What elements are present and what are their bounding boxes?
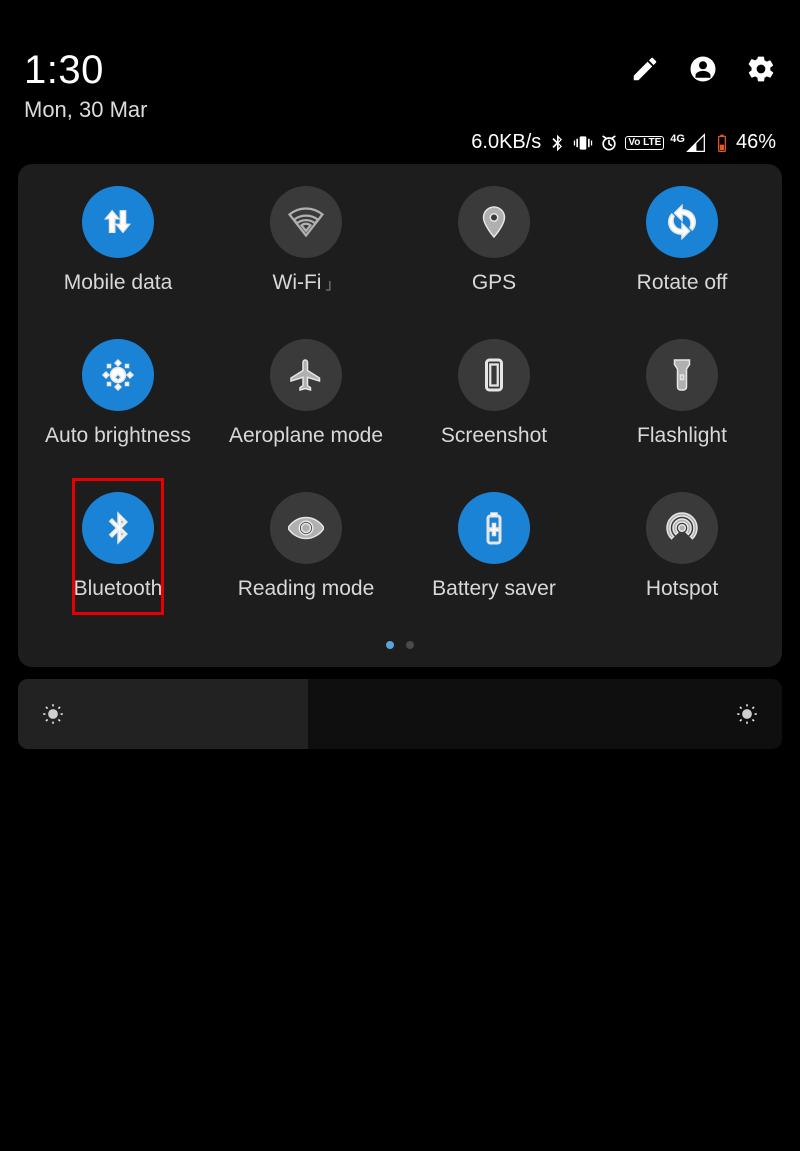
mobile-data-icon <box>82 186 154 258</box>
tile-label: Flashlight <box>637 424 727 448</box>
brightness-slider[interactable] <box>18 679 782 749</box>
volte-badge: Vo LTE <box>625 136 664 150</box>
battery-status-icon <box>712 133 732 153</box>
battery-percent: 46% <box>736 131 776 154</box>
edit-icon[interactable] <box>630 54 660 84</box>
tile-battery[interactable]: Battery saver <box>400 492 588 601</box>
tile-bluetooth[interactable]: Bluetooth <box>24 492 212 601</box>
network-speed: 6.0KB/s <box>471 131 541 154</box>
tile-label: Battery saver <box>432 577 556 601</box>
vibrate-icon <box>573 133 593 153</box>
pager-dot[interactable] <box>406 641 414 649</box>
tile-label: GPS <box>472 271 516 295</box>
tile-flashlight[interactable]: Flashlight <box>588 339 776 448</box>
highlight-box <box>72 478 164 615</box>
bluetooth-status-icon <box>547 133 567 153</box>
clock-time: 1:30 <box>24 48 148 93</box>
eye-icon <box>270 492 342 564</box>
user-icon[interactable] <box>688 54 718 84</box>
tile-screenshot[interactable]: Screenshot <box>400 339 588 448</box>
gps-icon <box>458 186 530 258</box>
screenshot-icon <box>458 339 530 411</box>
tile-label: Wi-Fi」 <box>273 271 340 295</box>
flashlight-icon <box>646 339 718 411</box>
tile-label: Auto brightness <box>45 424 191 448</box>
status-indicators: 6.0KB/s Vo LTE 4G 46% <box>0 131 800 164</box>
hotspot-icon <box>646 492 718 564</box>
clock-date: Mon, 30 Mar <box>24 97 148 123</box>
brightness-high-icon <box>734 701 760 727</box>
wifi-icon <box>270 186 342 258</box>
tile-gps[interactable]: GPS <box>400 186 588 295</box>
alarm-icon <box>599 133 619 153</box>
tile-hotspot[interactable]: Hotspot <box>588 492 776 601</box>
tile-rotate[interactable]: Rotate off <box>588 186 776 295</box>
tile-label: Rotate off <box>637 271 728 295</box>
tile-label: Screenshot <box>441 424 547 448</box>
brightness-icon <box>82 339 154 411</box>
settings-icon[interactable] <box>746 54 776 84</box>
tile-airplane[interactable]: Aeroplane mode <box>212 339 400 448</box>
tile-label: Aeroplane mode <box>229 424 383 448</box>
tile-label: Hotspot <box>646 577 718 601</box>
battery-icon <box>458 492 530 564</box>
tile-mobile-data[interactable]: Mobile data <box>24 186 212 295</box>
tile-label: Mobile data <box>64 271 173 295</box>
tile-label: Reading mode <box>238 577 375 601</box>
brightness-low-icon <box>40 701 66 727</box>
signal-icon: 4G <box>670 133 706 153</box>
page-indicator <box>24 641 776 649</box>
rotate-icon <box>646 186 718 258</box>
pager-dot[interactable] <box>386 641 394 649</box>
tile-wifi[interactable]: Wi-Fi」 <box>212 186 400 295</box>
tile-eye[interactable]: Reading mode <box>212 492 400 601</box>
airplane-icon <box>270 339 342 411</box>
quick-settings-panel: Mobile data Wi-Fi」 GPS Rotate off Auto brigh… <box>18 164 782 667</box>
tile-brightness[interactable]: Auto brightness <box>24 339 212 448</box>
